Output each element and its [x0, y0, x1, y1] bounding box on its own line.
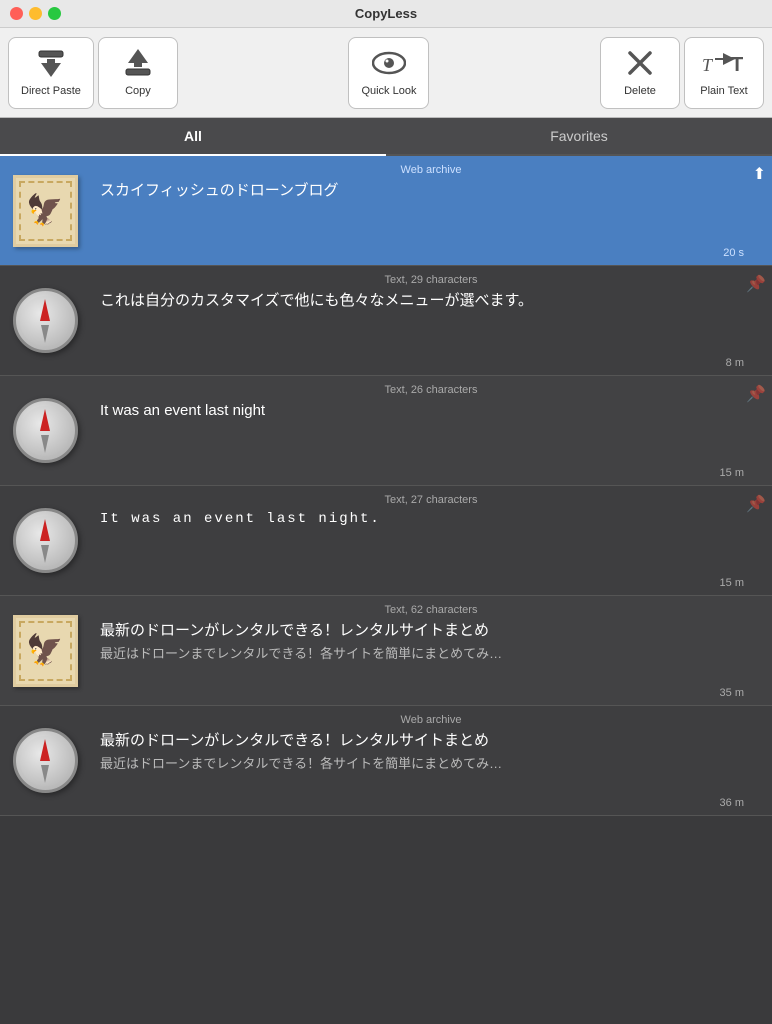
copy-label: Copy [125, 85, 151, 97]
clip-preview: 最近はドローンまでレンタルできる！各サイトを簡単にまとめてみ… [100, 755, 762, 773]
plain-text-label: Plain Text [700, 85, 748, 97]
compass-thumbnail [13, 728, 78, 793]
clip-time: 8 m [726, 357, 744, 369]
compass-thumbnail [13, 288, 78, 353]
clip-content: Text, 27 characters It was an event last… [90, 486, 772, 595]
clip-thumb [0, 486, 90, 595]
quick-look-icon [372, 49, 406, 81]
clip-time: 15 m [720, 577, 744, 589]
direct-paste-button[interactable]: Direct Paste [8, 37, 94, 109]
clip-thumb: 🦅 [0, 156, 90, 265]
clip-title: It was an event last night [100, 400, 762, 421]
clip-title: スカイフィッシュのドローンブログ [100, 180, 762, 201]
delete-icon [626, 49, 654, 81]
clip-item[interactable]: Text, 26 characters It was an event last… [0, 376, 772, 486]
upload-icon: ⬆ [753, 164, 766, 184]
svg-text:T: T [731, 54, 743, 76]
stamp-thumbnail: 🦅 [13, 615, 78, 687]
plain-text-button[interactable]: T T Plain Text [684, 37, 764, 109]
app-title: CopyLess [355, 6, 417, 21]
clip-content: Web archive 最新のドローンがレンタルできる！レンタルサイトまとめ 最… [90, 706, 772, 815]
minimize-button[interactable] [29, 7, 42, 20]
copy-button[interactable]: Copy [98, 37, 178, 109]
copy-icon [123, 49, 153, 81]
clip-title: 最新のドローンがレンタルできる！レンタルサイトまとめ [100, 730, 762, 751]
clip-item[interactable]: 🦅 Web archive スカイフィッシュのドローンブログ 20 s ⬆ [0, 156, 772, 266]
quick-look-label: Quick Look [361, 85, 416, 97]
clip-content: Web archive スカイフィッシュのドローンブログ [90, 156, 772, 265]
delete-label: Delete [624, 85, 656, 97]
clip-list: 🦅 Web archive スカイフィッシュのドローンブログ 20 s ⬆ Te… [0, 156, 772, 816]
clip-meta: Text, 62 characters [100, 604, 762, 616]
delete-button[interactable]: Delete [600, 37, 680, 109]
clip-item[interactable]: Text, 27 characters It was an event last… [0, 486, 772, 596]
clip-meta: Web archive [100, 714, 762, 726]
pin-icon: 📌 [746, 494, 766, 514]
compass-thumbnail [13, 398, 78, 463]
clip-item[interactable]: Text, 29 characters これは自分のカスタマイズで他にも色々なメ… [0, 266, 772, 376]
toolbar: Direct Paste Copy Quick Look [0, 28, 772, 118]
clip-content: Text, 29 characters これは自分のカスタマイズで他にも色々なメ… [90, 266, 772, 375]
clip-meta: Text, 29 characters [100, 274, 762, 286]
clip-title: It was an event last night. [100, 510, 762, 530]
stamp-thumbnail: 🦅 [13, 175, 78, 247]
direct-paste-icon [36, 49, 66, 81]
title-bar: CopyLess [0, 0, 772, 28]
clip-preview: 最近はドローンまでレンタルできる！各サイトを簡単にまとめてみ… [100, 645, 762, 663]
quick-look-button[interactable]: Quick Look [348, 37, 429, 109]
direct-paste-label: Direct Paste [21, 85, 81, 97]
compass-thumbnail [13, 508, 78, 573]
clip-thumb [0, 376, 90, 485]
clip-meta: Web archive [100, 164, 762, 176]
window-controls [10, 7, 61, 20]
svg-text:T: T [702, 55, 714, 75]
clip-meta: Text, 26 characters [100, 384, 762, 396]
clip-meta: Text, 27 characters [100, 494, 762, 506]
clip-time: 36 m [720, 797, 744, 809]
clip-thumb [0, 266, 90, 375]
clip-title: 最新のドローンがレンタルできる！レンタルサイトまとめ [100, 620, 762, 641]
plain-text-icon: T T [701, 49, 747, 81]
maximize-button[interactable] [48, 7, 61, 20]
clip-time: 20 s [723, 247, 744, 259]
clip-title: これは自分のカスタマイズで他にも色々なメニューが選べます。 [100, 290, 762, 311]
clip-item[interactable]: Web archive 最新のドローンがレンタルできる！レンタルサイトまとめ 最… [0, 706, 772, 816]
clip-content: Text, 26 characters It was an event last… [90, 376, 772, 485]
toolbar-right: Delete T T Plain Text [600, 37, 764, 109]
close-button[interactable] [10, 7, 23, 20]
tabs: All Favorites [0, 118, 772, 156]
clip-time: 15 m [720, 467, 744, 479]
toolbar-center: Quick Look [182, 37, 596, 109]
tab-all[interactable]: All [0, 118, 386, 156]
pin-icon: 📌 [746, 384, 766, 404]
clip-item[interactable]: 🦅 Text, 62 characters 最新のドローンがレンタルできる！レン… [0, 596, 772, 706]
clip-content: Text, 62 characters 最新のドローンがレンタルできる！レンタル… [90, 596, 772, 705]
tab-favorites[interactable]: Favorites [386, 118, 772, 154]
clip-time: 35 m [720, 687, 744, 699]
pin-icon: 📌 [746, 274, 766, 294]
clip-thumb: 🦅 [0, 596, 90, 705]
clip-thumb [0, 706, 90, 815]
